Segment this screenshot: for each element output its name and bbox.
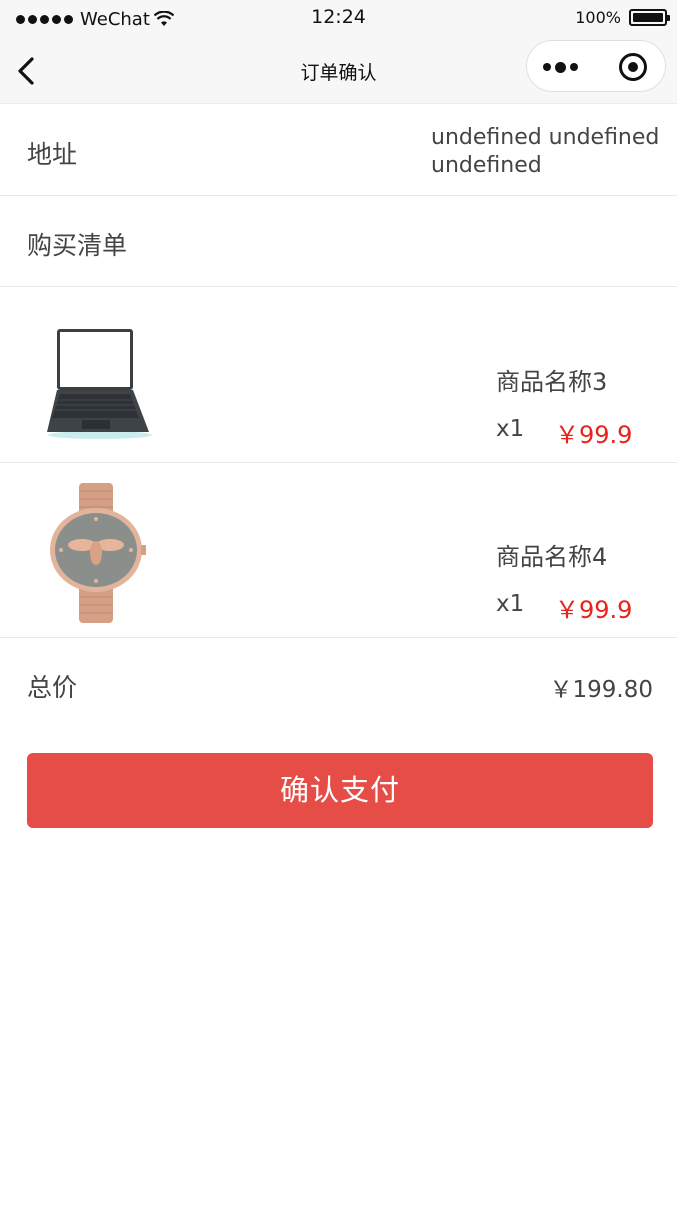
close-icon[interactable] bbox=[619, 53, 647, 81]
list-item[interactable]: 商品名称3 x1 ￥99.9 bbox=[0, 288, 677, 463]
laptop-image bbox=[47, 329, 152, 439]
status-bar: WeChat 12:24 100% bbox=[0, 0, 677, 38]
battery-percent: 100% bbox=[575, 8, 621, 27]
nav-bar: 订单确认 bbox=[0, 38, 677, 104]
status-right: 100% bbox=[575, 8, 670, 27]
watch-image bbox=[50, 483, 146, 623]
item-name: 商品名称3 bbox=[496, 368, 608, 396]
purchase-list-header: 购买清单 bbox=[0, 197, 677, 287]
battery-icon bbox=[629, 9, 670, 26]
purchase-list-label: 购买清单 bbox=[27, 231, 128, 260]
more-icon[interactable] bbox=[543, 58, 581, 76]
item-name: 商品名称4 bbox=[496, 543, 608, 571]
mini-program-capsule bbox=[526, 40, 666, 92]
total-value: ￥199.80 bbox=[549, 677, 653, 703]
item-quantity: x1 bbox=[496, 591, 525, 617]
list-item[interactable]: 商品名称4 x1 ￥99.9 bbox=[0, 463, 677, 638]
item-quantity: x1 bbox=[496, 416, 525, 442]
item-price: ￥99.9 bbox=[555, 596, 633, 624]
confirm-pay-button[interactable]: 确认支付 bbox=[27, 753, 653, 828]
address-row[interactable]: 地址 undefined undefined undefined bbox=[0, 105, 677, 196]
total-row: 总价 ￥199.80 bbox=[0, 638, 677, 730]
total-label: 总价 bbox=[27, 673, 78, 702]
item-price: ￥99.9 bbox=[555, 421, 633, 449]
address-value: undefined undefined undefined bbox=[431, 125, 660, 178]
address-label: 地址 bbox=[27, 140, 78, 169]
